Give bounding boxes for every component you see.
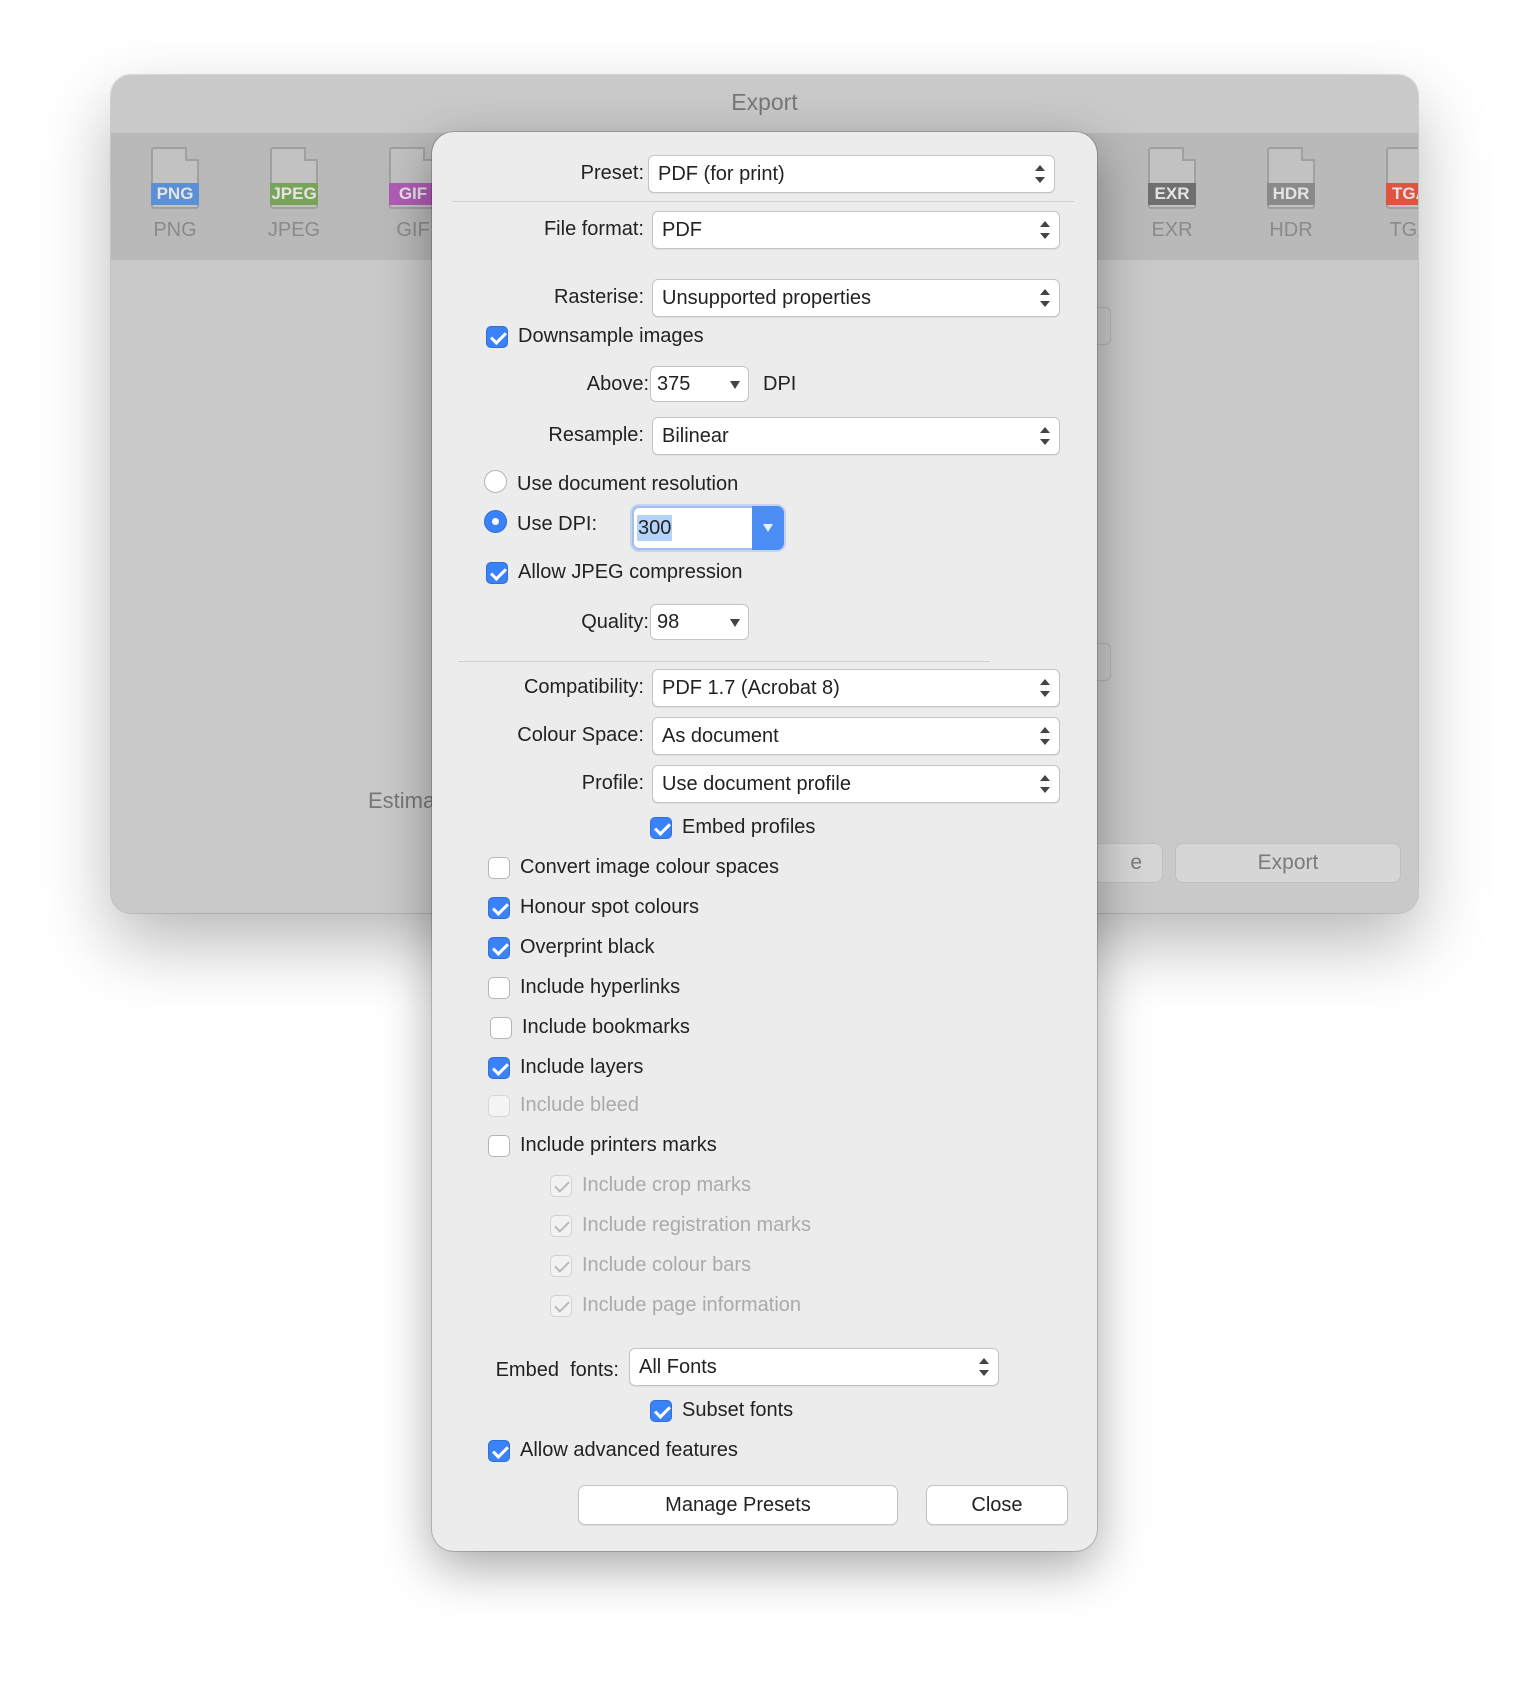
format-hdr[interactable]: HDR HDR — [1241, 147, 1341, 252]
downsample-checkbox[interactable] — [486, 326, 508, 348]
subset-fonts-checkbox[interactable] — [650, 1400, 672, 1422]
use-dpi-label: Use DPI: — [517, 513, 598, 535]
include-crop-marks-checkbox — [550, 1175, 572, 1197]
include-printers-marks-checkbox[interactable] — [488, 1135, 510, 1157]
separator — [452, 201, 1074, 202]
file-format-popup[interactable]: PDF — [652, 211, 1060, 249]
use-document-resolution-label: Use document resolution — [517, 473, 739, 495]
embed-profiles-label: Embed profiles — [682, 816, 816, 838]
compatibility-label: Compatibility: — [523, 676, 644, 698]
use-dpi-value[interactable]: 300 — [637, 515, 673, 541]
include-colour-bars-checkbox — [550, 1255, 572, 1277]
use-dpi-combo[interactable]: 300 — [632, 506, 784, 550]
hdr-file-icon: HDR — [1267, 147, 1315, 209]
include-bleed-checkbox — [488, 1095, 510, 1117]
exr-file-icon: EXR — [1148, 147, 1196, 209]
dropdown-arrow-icon[interactable] — [752, 506, 784, 550]
above-dpi-unit: DPI — [763, 373, 797, 395]
up-down-arrows-icon — [1035, 163, 1045, 185]
overprint-black-label: Overprint black — [520, 936, 655, 958]
estimated-size-label: Estima — [368, 788, 436, 813]
profile-popup[interactable]: Use document profile — [652, 765, 1060, 803]
up-down-arrows-icon — [1040, 677, 1050, 699]
overprint-black-checkbox[interactable] — [488, 937, 510, 959]
include-crop-marks-label: Include crop marks — [582, 1174, 751, 1196]
up-down-arrows-icon — [1040, 425, 1050, 447]
include-registration-marks-label: Include registration marks — [582, 1214, 811, 1236]
jpeg-file-icon: JPEG — [270, 147, 318, 209]
up-down-arrows-icon — [1040, 773, 1050, 795]
file-format-label: File format: — [543, 218, 644, 240]
include-bleed-label: Include bleed — [520, 1094, 639, 1116]
export-window-title: Export — [731, 89, 798, 115]
include-layers-checkbox[interactable] — [488, 1057, 510, 1079]
allow-advanced-features-label: Allow advanced features — [520, 1439, 738, 1461]
format-jpeg[interactable]: JPEG JPEG — [244, 147, 344, 252]
embed-profiles-checkbox[interactable] — [650, 817, 672, 839]
up-down-arrows-icon — [979, 1356, 989, 1378]
honour-spot-colours-checkbox[interactable] — [488, 897, 510, 919]
quality-combo[interactable]: 98 — [650, 604, 749, 640]
convert-image-colour-spaces-label: Convert image colour spaces — [520, 856, 780, 878]
colour-space-popup[interactable]: As document — [652, 717, 1060, 755]
tga-file-icon: TGA — [1386, 147, 1418, 209]
include-printers-marks-label: Include printers marks — [520, 1134, 717, 1156]
embed-fonts-label: Embed fonts: — [495, 1359, 619, 1381]
include-registration-marks-checkbox — [550, 1215, 572, 1237]
profile-label: Profile: — [581, 772, 644, 794]
format-exr[interactable]: EXR EXR — [1122, 147, 1222, 252]
preset-popup[interactable]: PDF (for print) — [648, 155, 1055, 193]
subset-fonts-label: Subset fonts — [682, 1399, 794, 1421]
up-down-arrows-icon — [1040, 287, 1050, 309]
resample-label: Resample: — [548, 424, 644, 446]
manage-presets-button[interactable]: Manage Presets — [578, 1485, 898, 1525]
allow-advanced-features-checkbox[interactable] — [488, 1440, 510, 1462]
use-document-resolution-radio[interactable] — [484, 470, 507, 493]
dropdown-arrow-icon — [730, 619, 740, 627]
allow-jpeg-label: Allow JPEG compression — [518, 561, 743, 583]
separator — [458, 661, 990, 662]
compatibility-popup[interactable]: PDF 1.7 (Acrobat 8) — [652, 669, 1060, 707]
include-bookmarks-checkbox[interactable] — [490, 1017, 512, 1039]
downsample-label: Downsample images — [518, 325, 704, 347]
gif-file-icon: GIF — [389, 147, 437, 209]
export-button[interactable]: Export — [1175, 843, 1401, 883]
honour-spot-colours-label: Honour spot colours — [520, 896, 699, 918]
format-png[interactable]: PNG PNG — [125, 147, 225, 252]
include-hyperlinks-checkbox[interactable] — [488, 977, 510, 999]
allow-jpeg-checkbox[interactable] — [486, 562, 508, 584]
colour-space-label: Colour Space: — [517, 724, 644, 746]
include-hyperlinks-label: Include hyperlinks — [520, 976, 681, 998]
rasterise-popup[interactable]: Unsupported properties — [652, 279, 1060, 317]
above-label: Above: — [586, 373, 649, 395]
quality-label: Quality: — [581, 611, 649, 633]
preset-label: Preset: — [580, 162, 644, 184]
include-bookmarks-label: Include bookmarks — [522, 1016, 690, 1038]
up-down-arrows-icon — [1040, 219, 1050, 241]
resample-popup[interactable]: Bilinear — [652, 417, 1060, 455]
include-page-information-checkbox — [550, 1295, 572, 1317]
above-dpi-combo[interactable]: 375 — [650, 366, 749, 402]
convert-image-colour-spaces-checkbox[interactable] — [488, 857, 510, 879]
include-page-information-label: Include page information — [582, 1294, 802, 1316]
pdf-settings-sheet: Preset: PDF (for print) File format: PDF… — [432, 132, 1097, 1551]
embed-fonts-popup[interactable]: All Fonts — [629, 1348, 999, 1386]
use-dpi-radio[interactable] — [484, 510, 507, 533]
up-down-arrows-icon — [1040, 725, 1050, 747]
format-tga[interactable]: TGA TGA — [1360, 147, 1418, 252]
rasterise-label: Rasterise: — [553, 286, 644, 308]
include-colour-bars-label: Include colour bars — [582, 1254, 751, 1276]
png-file-icon: PNG — [151, 147, 199, 209]
hidden-field-edge — [1097, 307, 1111, 345]
dropdown-arrow-icon — [730, 381, 740, 389]
close-button[interactable]: Close — [926, 1485, 1068, 1525]
include-layers-label: Include layers — [520, 1056, 644, 1078]
hidden-field-edge — [1097, 643, 1111, 681]
